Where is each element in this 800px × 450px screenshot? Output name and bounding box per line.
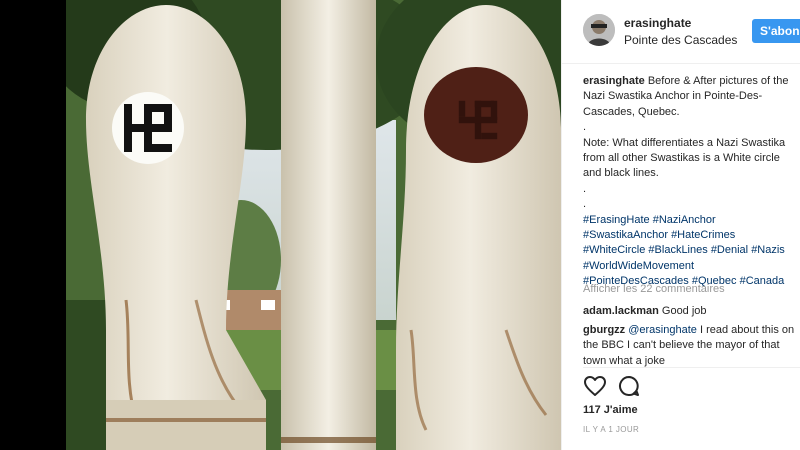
likes-count[interactable]: 117 J'aime	[583, 404, 638, 416]
comment-mention[interactable]: @erasinghate	[628, 324, 697, 336]
comment-username[interactable]: adam.lackman	[583, 305, 659, 317]
hashtag-link[interactable]: #Denial	[711, 244, 748, 256]
caption-separator: .	[583, 198, 587, 211]
hashtag-link[interactable]: #WorldWideMovement	[583, 260, 694, 272]
actions-divider	[583, 367, 800, 368]
caption-first-paragraph: erasinghate Before & After pictures of t…	[583, 74, 797, 120]
post-username[interactable]: erasinghate	[624, 16, 691, 30]
avatar-image	[583, 14, 615, 46]
caption-username[interactable]: erasinghate	[583, 75, 645, 87]
caption-hashtags: #ErasingHate #NaziAnchor #SwastikaAnchor…	[583, 213, 797, 290]
hashtag-link[interactable]: #ErasingHate	[583, 214, 650, 226]
hashtag-link[interactable]: #Nazis	[751, 244, 785, 256]
comment-username[interactable]: gburgzz	[583, 324, 625, 336]
comment-item: adam.lackman Good job	[583, 304, 800, 319]
caption-separator: .	[583, 182, 587, 195]
comment-item: gburgzz @erasinghate I read about this o…	[583, 323, 800, 369]
heart-icon-glyph	[584, 376, 606, 396]
post-photo-image	[66, 0, 561, 450]
instagram-post-viewer: erasinghate Pointe des Cascades S'abonne…	[0, 0, 800, 450]
caption-separator: .	[583, 121, 587, 134]
comment-bubble-icon-glyph	[619, 376, 639, 396]
post-photo[interactable]	[66, 0, 561, 450]
post-header: erasinghate Pointe des Cascades S'abonne…	[562, 0, 800, 64]
comment-text: Good job	[661, 305, 707, 317]
follow-button[interactable]: S'abonner	[752, 19, 800, 43]
hashtag-link[interactable]: #BlackLines	[648, 244, 707, 256]
hashtag-link[interactable]: #NaziAnchor	[653, 214, 716, 226]
hashtag-link[interactable]: #Canada	[740, 275, 785, 287]
comment-bubble-icon[interactable]	[617, 374, 641, 398]
hashtag-link[interactable]: #HateCrimes	[671, 229, 735, 241]
post-timestamp: IL Y A 1 JOUR	[583, 425, 640, 434]
post-caption: erasinghate Before & After pictures of t…	[583, 74, 797, 290]
post-location[interactable]: Pointe des Cascades	[624, 33, 737, 47]
heart-icon[interactable]	[583, 374, 607, 398]
post-sidebar: erasinghate Pointe des Cascades S'abonne…	[561, 0, 800, 450]
left-dark-margin	[0, 0, 66, 450]
avatar[interactable]	[583, 14, 615, 46]
caption-note: Note: What differentiates a Nazi Swastik…	[583, 136, 786, 180]
hashtag-link[interactable]: #WhiteCircle	[583, 244, 645, 256]
view-all-comments-link[interactable]: Afficher les 22 commentaires	[583, 283, 725, 295]
hashtag-link[interactable]: #SwastikaAnchor	[583, 229, 668, 241]
